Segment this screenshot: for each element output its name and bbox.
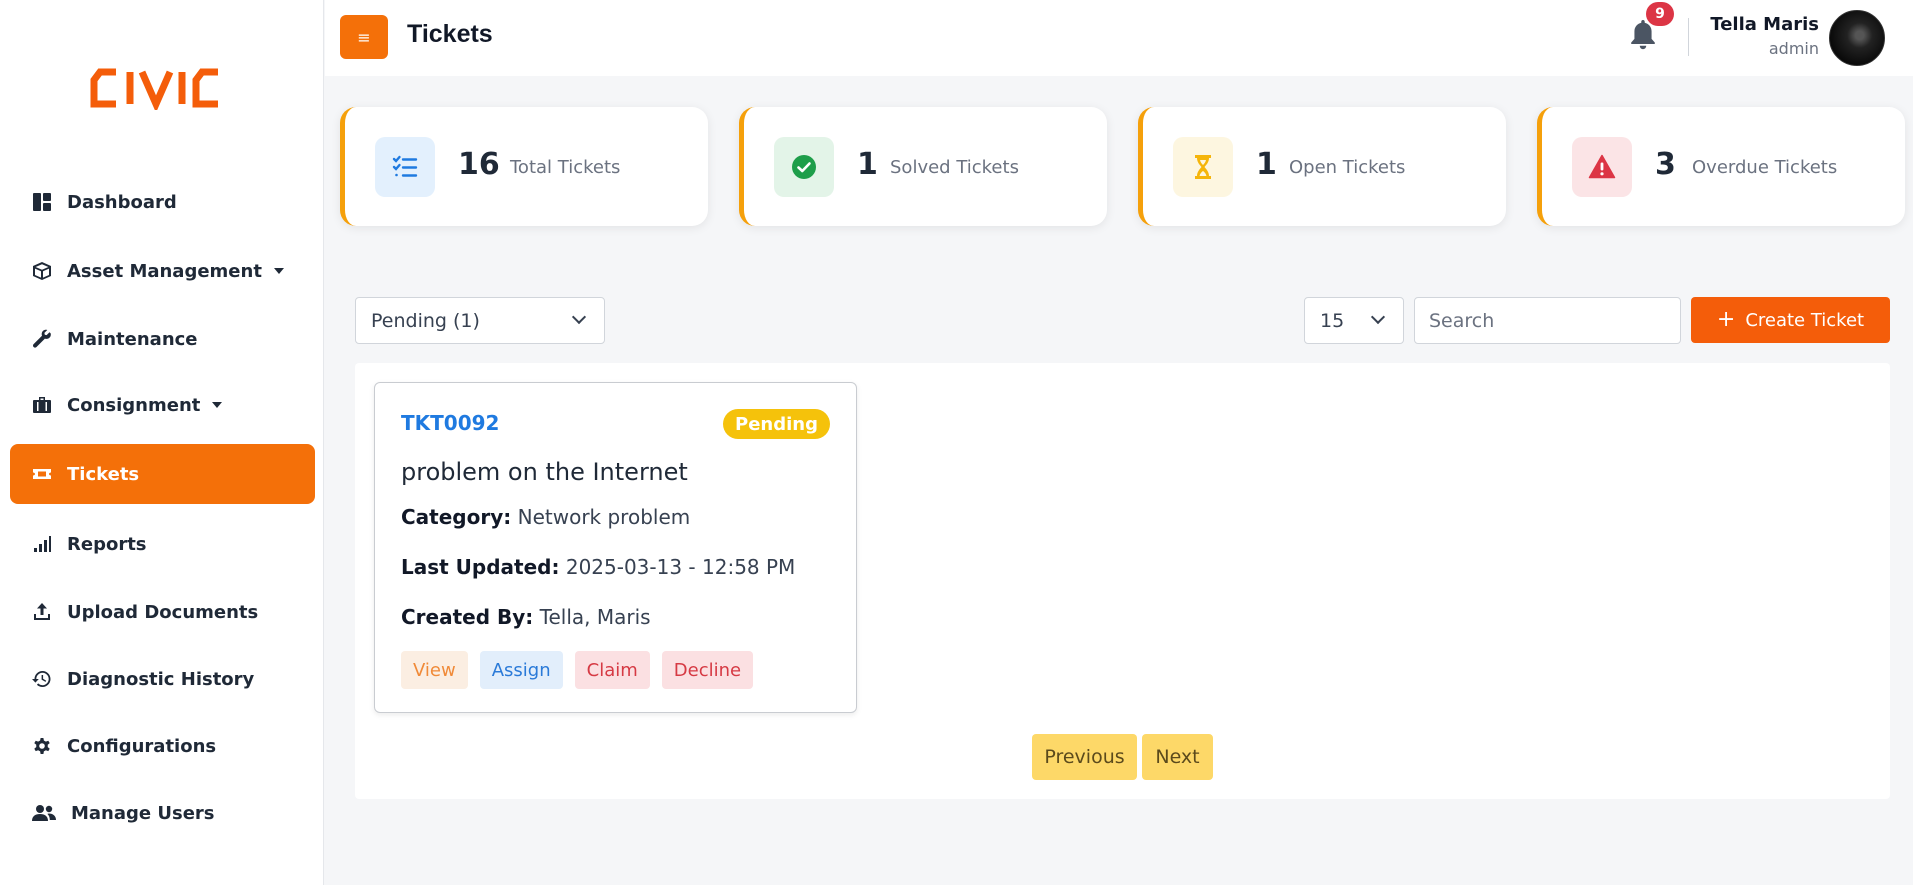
plus-icon: + — [1716, 307, 1736, 332]
wrench-icon — [31, 328, 53, 350]
ticket-card: TKT0092 Pending problem on the Internet … — [374, 382, 857, 713]
sidebar-item-label: Reports — [67, 533, 147, 555]
decline-button[interactable]: Decline — [661, 651, 754, 689]
cube-icon — [31, 260, 53, 282]
per-page-select[interactable]: 15 — [1304, 297, 1404, 344]
menu-toggle-button[interactable]: ≡ — [340, 15, 388, 59]
claim-button[interactable]: Claim — [574, 651, 650, 689]
warning-icon — [1572, 137, 1632, 197]
avatar[interactable] — [1829, 10, 1885, 66]
stat-label: Open Tickets — [1289, 157, 1406, 178]
sidebar-item-reports[interactable]: Reports — [10, 514, 315, 574]
ticket-category-row: Category: Network problem — [401, 505, 690, 529]
status-filter-value: Pending (1) — [371, 309, 480, 332]
sidebar-item-diagnostic-history[interactable]: Diagnostic History — [10, 649, 315, 709]
briefcase-icon — [31, 394, 53, 416]
ticket-category-label: Category: — [401, 505, 512, 529]
chevron-down-icon — [571, 309, 587, 325]
stat-value: 16 — [458, 147, 500, 182]
users-icon — [31, 802, 57, 824]
checklist-icon — [375, 137, 435, 197]
upload-icon — [31, 601, 53, 623]
stat-label: Overdue Tickets — [1692, 157, 1838, 178]
topbar-divider — [1688, 18, 1689, 56]
ticket-category: Network problem — [517, 505, 691, 529]
hourglass-icon — [1173, 137, 1233, 197]
chevron-down-icon — [212, 402, 223, 408]
ticket-updated-label: Last Updated: — [401, 555, 560, 579]
sidebar-item-label: Configurations — [67, 735, 217, 757]
sidebar-item-label: Asset Management — [67, 260, 262, 282]
stat-label: Total Tickets — [510, 157, 621, 178]
sidebar-item-maintenance[interactable]: Maintenance — [10, 309, 315, 369]
sidebar-item-label: Dashboard — [67, 191, 177, 213]
ticket-actions: View Assign Claim Decline — [401, 651, 754, 689]
sidebar-item-configurations[interactable]: Configurations — [10, 716, 315, 776]
civic-logo[interactable] — [90, 66, 234, 110]
ticket-id-link[interactable]: TKT0092 — [401, 411, 499, 435]
ticket-created-row: Created By: Tella, Maris — [401, 605, 651, 629]
stat-value: 1 — [857, 147, 878, 182]
sidebar-item-label: Upload Documents — [67, 601, 259, 623]
signal-bars-icon — [31, 533, 53, 555]
status-badge: Pending — [723, 409, 830, 439]
gear-icon — [31, 735, 53, 757]
chevron-down-icon — [1370, 309, 1386, 325]
sidebar-item-upload-documents[interactable]: Upload Documents — [10, 582, 315, 642]
ticket-created-label: Created By: — [401, 605, 534, 629]
stat-card-total-tickets: 16 Total Tickets — [340, 107, 708, 226]
sidebar-item-tickets[interactable]: Tickets — [10, 444, 315, 504]
stat-label: Solved Tickets — [890, 157, 1019, 178]
create-ticket-button[interactable]: + Create Ticket — [1691, 297, 1890, 343]
history-icon — [31, 668, 53, 690]
sidebar-item-asset-management[interactable]: Asset Management — [10, 241, 315, 301]
stat-value: 1 — [1256, 147, 1277, 182]
ticket-updated-row: Last Updated: 2025-03-13 - 12:58 PM — [401, 555, 795, 579]
notification-count-badge: 9 — [1646, 2, 1674, 26]
sidebar: Dashboard Asset Management Maintenance C… — [0, 0, 324, 885]
dashboard-icon — [31, 191, 53, 213]
per-page-value: 15 — [1320, 309, 1345, 332]
stat-card-solved-tickets: 1 Solved Tickets — [739, 107, 1107, 226]
ticket-title: problem on the Internet — [401, 458, 688, 486]
stat-value: 3 — [1655, 147, 1676, 182]
topbar — [325, 0, 1913, 76]
sidebar-item-label: Tickets — [67, 463, 140, 485]
sidebar-item-dashboard[interactable]: Dashboard — [10, 172, 315, 232]
stat-card-overdue-tickets: 3 Overdue Tickets — [1537, 107, 1905, 226]
user-role: admin — [1768, 39, 1819, 58]
ticket-icon — [31, 463, 53, 485]
sidebar-item-manage-users[interactable]: Manage Users — [10, 783, 315, 843]
next-page-button[interactable]: Next — [1142, 734, 1213, 780]
sidebar-item-label: Consignment — [67, 394, 201, 416]
check-circle-icon — [774, 137, 834, 197]
assign-button[interactable]: Assign — [479, 651, 563, 689]
user-name: Tella Maris — [1710, 14, 1819, 35]
ticket-updated: 2025-03-13 - 12:58 PM — [565, 555, 796, 579]
page-title: Tickets — [407, 20, 493, 48]
chevron-down-icon — [273, 268, 284, 274]
sidebar-item-label: Manage Users — [71, 802, 215, 824]
hamburger-icon: ≡ — [357, 27, 371, 47]
ticket-created-by: Tella, Maris — [539, 605, 651, 629]
sidebar-item-consignment[interactable]: Consignment — [10, 375, 315, 435]
sidebar-item-label: Maintenance — [67, 328, 198, 350]
stat-card-open-tickets: 1 Open Tickets — [1138, 107, 1506, 226]
search-input[interactable] — [1414, 297, 1681, 344]
create-ticket-label: Create Ticket — [1745, 309, 1865, 331]
view-button[interactable]: View — [401, 651, 468, 689]
sidebar-item-label: Diagnostic History — [67, 668, 255, 690]
status-filter-select[interactable]: Pending (1) — [355, 297, 605, 344]
previous-page-button[interactable]: Previous — [1032, 734, 1137, 780]
